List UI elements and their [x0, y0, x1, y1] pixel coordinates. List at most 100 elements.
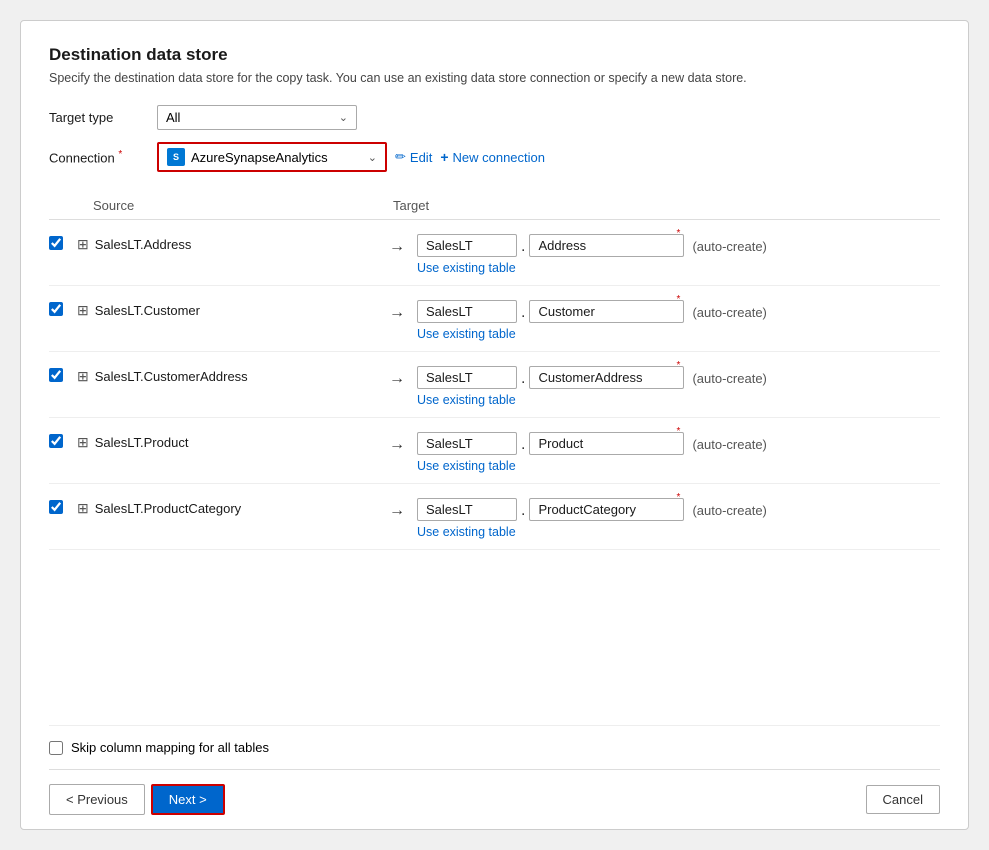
schema-field-3 [417, 432, 517, 455]
row-checkbox-1[interactable] [49, 300, 77, 319]
arrow-3: → [377, 432, 417, 454]
source-header: Source [93, 198, 393, 213]
schema-field-4 [417, 498, 517, 521]
row-source-2: ⊞ SalesLT.CustomerAddress [77, 366, 377, 385]
checkbox-2[interactable] [49, 368, 63, 382]
auto-create-2: (auto-create) [692, 369, 766, 386]
use-existing-0[interactable]: Use existing table [417, 261, 767, 275]
target-inputs-1: . * (auto-create) [417, 300, 767, 323]
row-checkbox-0[interactable] [49, 234, 77, 253]
schema-field-2 [417, 366, 517, 389]
dot-sep-3: . [521, 434, 525, 454]
schema-input-1[interactable] [417, 300, 517, 323]
checkbox-1[interactable] [49, 302, 63, 316]
connection-row: Connection * S AzureSynapseAnalytics ⌄ ✏… [49, 142, 940, 172]
source-name-4: SalesLT.ProductCategory [95, 501, 241, 516]
table-icon-3: ⊞ [77, 434, 89, 451]
table-row: ⊞ SalesLT.Customer → . * (auto-create) U… [49, 286, 940, 352]
target-header: Target [393, 198, 429, 213]
table-field-2: * [529, 366, 684, 389]
schema-input-4[interactable] [417, 498, 517, 521]
use-existing-4[interactable]: Use existing table [417, 525, 767, 539]
row-target-1: . * (auto-create) Use existing table [417, 300, 767, 341]
arrow-4: → [377, 498, 417, 520]
checkbox-4[interactable] [49, 500, 63, 514]
footer-right: Cancel [866, 785, 940, 814]
schema-field-1 [417, 300, 517, 323]
table-icon-2: ⊞ [77, 368, 89, 385]
db-icon: S [167, 148, 185, 166]
auto-create-3: (auto-create) [692, 435, 766, 452]
connection-value: AzureSynapseAnalytics [191, 150, 328, 165]
checkbox-0[interactable] [49, 236, 63, 250]
arrow-0: → [377, 234, 417, 256]
use-existing-3[interactable]: Use existing table [417, 459, 767, 473]
footer: < Previous Next > Cancel [49, 769, 940, 829]
connection-select[interactable]: S AzureSynapseAnalytics ⌄ [157, 142, 387, 172]
edit-button[interactable]: ✏ Edit [395, 149, 432, 165]
schema-input-3[interactable] [417, 432, 517, 455]
table-input-3[interactable] [529, 432, 684, 455]
chevron-down-icon: ⌄ [339, 111, 348, 124]
source-name-0: SalesLT.Address [95, 237, 192, 252]
chevron-down-icon: ⌄ [368, 151, 377, 164]
dot-sep-1: . [521, 302, 525, 322]
footer-left: < Previous Next > [49, 784, 225, 815]
target-type-select[interactable]: All ⌄ [157, 105, 357, 130]
target-type-row: Target type All ⌄ [49, 105, 940, 130]
dialog-subtitle: Specify the destination data store for t… [49, 71, 940, 85]
use-existing-2[interactable]: Use existing table [417, 393, 767, 407]
table-body: ⊞ SalesLT.Address → . * (auto-create) Us… [49, 220, 940, 725]
source-name-2: SalesLT.CustomerAddress [95, 369, 248, 384]
auto-create-1: (auto-create) [692, 303, 766, 320]
cancel-button[interactable]: Cancel [866, 785, 940, 814]
table-field-4: * [529, 498, 684, 521]
target-inputs-2: . * (auto-create) [417, 366, 767, 389]
schema-input-2[interactable] [417, 366, 517, 389]
row-source-3: ⊞ SalesLT.Product [77, 432, 377, 451]
schema-field-0 [417, 234, 517, 257]
previous-button[interactable]: < Previous [49, 784, 145, 815]
row-checkbox-2[interactable] [49, 366, 77, 385]
table-row: ⊞ SalesLT.Address → . * (auto-create) Us… [49, 220, 940, 286]
plus-icon: + [440, 149, 448, 165]
table-row: ⊞ SalesLT.Product → . * (auto-create) Us… [49, 418, 940, 484]
schema-input-0[interactable] [417, 234, 517, 257]
use-existing-1[interactable]: Use existing table [417, 327, 767, 341]
dot-sep-2: . [521, 368, 525, 388]
table-icon-1: ⊞ [77, 302, 89, 319]
row-checkbox-4[interactable] [49, 498, 77, 517]
target-inputs-4: . * (auto-create) [417, 498, 767, 521]
target-type-label: Target type [49, 110, 149, 125]
row-source-4: ⊞ SalesLT.ProductCategory [77, 498, 377, 517]
arrow-2: → [377, 366, 417, 388]
table-input-1[interactable] [529, 300, 684, 323]
pencil-icon: ✏ [395, 149, 406, 165]
dot-sep-4: . [521, 500, 525, 520]
table-icon-0: ⊞ [77, 236, 89, 253]
dialog-title: Destination data store [49, 45, 940, 65]
destination-data-store-dialog: Destination data store Specify the desti… [20, 20, 969, 830]
skip-row: Skip column mapping for all tables [49, 725, 940, 769]
auto-create-4: (auto-create) [692, 501, 766, 518]
row-target-0: . * (auto-create) Use existing table [417, 234, 767, 275]
auto-create-0: (auto-create) [692, 237, 766, 254]
table-input-0[interactable] [529, 234, 684, 257]
table-row: ⊞ SalesLT.ProductCategory → . * (auto-cr… [49, 484, 940, 550]
row-target-3: . * (auto-create) Use existing table [417, 432, 767, 473]
row-checkbox-3[interactable] [49, 432, 77, 451]
row-source-1: ⊞ SalesLT.Customer [77, 300, 377, 319]
next-button[interactable]: Next > [151, 784, 225, 815]
table-input-2[interactable] [529, 366, 684, 389]
table-input-4[interactable] [529, 498, 684, 521]
source-name-1: SalesLT.Customer [95, 303, 200, 318]
row-target-2: . * (auto-create) Use existing table [417, 366, 767, 407]
connection-label: Connection * [49, 149, 149, 165]
table-field-3: * [529, 432, 684, 455]
row-source-0: ⊞ SalesLT.Address [77, 234, 377, 253]
new-connection-button[interactable]: + New connection [440, 149, 545, 165]
skip-checkbox[interactable] [49, 741, 63, 755]
target-inputs-0: . * (auto-create) [417, 234, 767, 257]
checkbox-3[interactable] [49, 434, 63, 448]
dot-sep-0: . [521, 236, 525, 256]
